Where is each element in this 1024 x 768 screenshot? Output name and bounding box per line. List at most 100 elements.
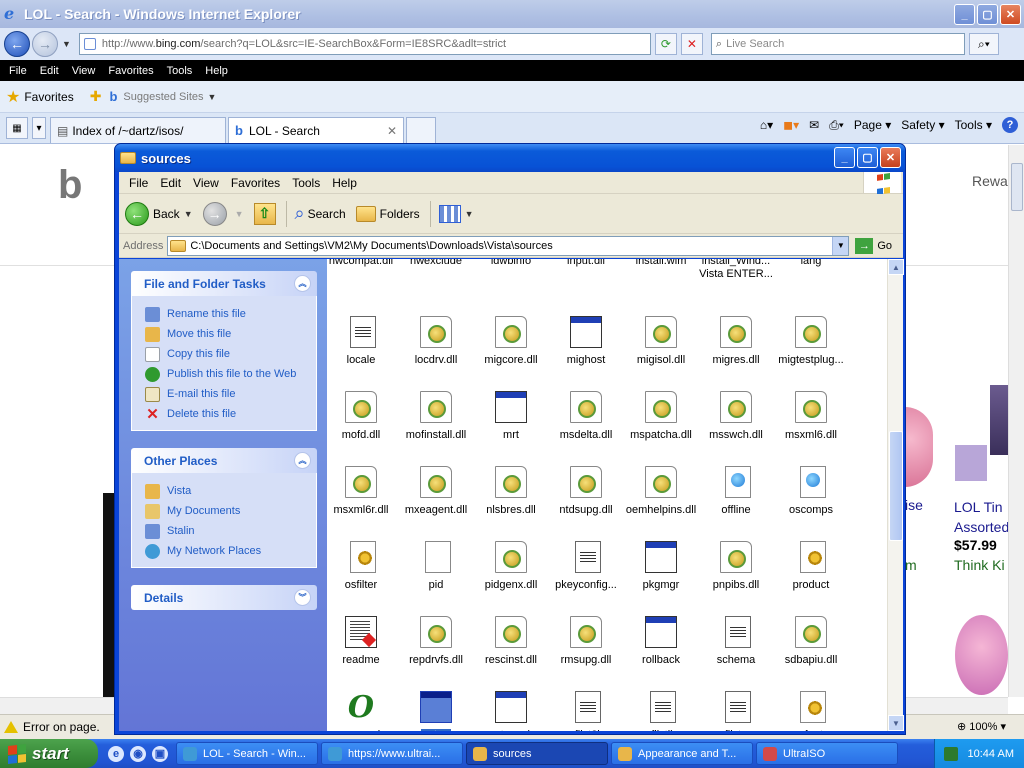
ie-vertical-scrollbar[interactable]	[1008, 145, 1024, 697]
file-item[interactable]: locale	[327, 316, 399, 388]
panel-header[interactable]: Details ︾	[131, 585, 317, 610]
explorer-maximize-button[interactable]: ▢	[857, 147, 878, 168]
product-seller-fragment[interactable]: m	[905, 557, 917, 573]
back-dropdown-icon[interactable]: ▼	[184, 209, 193, 219]
taskbar-button[interactable]: sources	[466, 742, 608, 765]
folders-button[interactable]: Folders	[355, 205, 420, 222]
ie-close-button[interactable]: ✕	[1000, 4, 1021, 25]
feeds-icon[interactable]: ◼▾	[783, 118, 799, 132]
start-button[interactable]: start	[0, 739, 98, 768]
file-item[interactable]: locdrv.dll	[398, 316, 474, 388]
tab-list-icon[interactable]: ▾	[32, 117, 46, 139]
file-item[interactable]: sflistxp	[698, 691, 774, 731]
mail-icon[interactable]: ✉	[809, 118, 819, 132]
file-item[interactable]: migtestplug...	[773, 316, 849, 388]
place-stalin-link[interactable]: Stalin	[145, 521, 316, 541]
ie-maximize-button[interactable]: ▢	[977, 4, 998, 25]
ie-menu-view[interactable]: View	[72, 65, 96, 77]
tab-index-of-isos[interactable]: ▤ Index of /~dartz/isos/	[50, 117, 226, 143]
taskbar-button[interactable]: https://www.ultrai...	[321, 742, 463, 765]
product-image[interactable]	[990, 385, 1008, 455]
file-item[interactable]: pidgenx.dll	[473, 541, 549, 613]
ie-menu-edit[interactable]: Edit	[40, 65, 59, 77]
suggested-sites-dropdown-icon[interactable]: ▼	[208, 92, 217, 102]
help-icon[interactable]: ?	[1002, 117, 1018, 133]
explorer-menu-file[interactable]: File	[129, 176, 148, 190]
file-item[interactable]: readme	[327, 616, 399, 688]
scroll-thumb[interactable]	[1011, 163, 1023, 211]
file-item[interactable]: ntdsupg.dll	[548, 466, 624, 538]
file-item[interactable]: migisol.dll	[623, 316, 699, 388]
file-item[interactable]: msxml6r.dll	[327, 466, 399, 538]
ie-back-button[interactable]: ←	[4, 31, 30, 57]
go-button[interactable]: → Go	[855, 237, 892, 254]
status-text[interactable]: Error on page.	[23, 720, 100, 734]
expand-chevron-icon[interactable]: ︾	[294, 589, 311, 606]
file-item[interactable]: msdelta.dll	[548, 391, 624, 463]
ie-menu-file[interactable]: File	[9, 65, 27, 77]
explorer-close-button[interactable]: ✕	[880, 147, 901, 168]
file-item[interactable]: sflist2k	[548, 691, 624, 731]
tab-lol-search[interactable]: b LOL - Search ✕	[228, 117, 404, 143]
address-dropdown-icon[interactable]: ▼	[832, 236, 849, 255]
clock[interactable]: 10:44 AM	[968, 748, 1014, 760]
bing-logo-icon[interactable]: b	[58, 163, 82, 208]
file-item[interactable]: nlsbres.dll	[473, 466, 549, 538]
move-file-link[interactable]: Move this file	[145, 324, 316, 344]
panel-header[interactable]: Other Places ︽	[131, 448, 317, 473]
zoom-control[interactable]: ⊕ 100% ▾	[957, 720, 1006, 733]
file-item[interactable]: sfpat	[773, 691, 849, 731]
delete-file-link[interactable]: ✕ Delete this file	[145, 404, 316, 424]
file-item[interactable]: mofd.dll	[327, 391, 399, 463]
page-menu-button[interactable]: Page ▾	[854, 118, 891, 132]
media-quicklaunch-icon[interactable]: ◉	[130, 745, 146, 762]
up-folder-button[interactable]: ⇧	[253, 202, 276, 225]
close-tab-icon[interactable]: ✕	[387, 124, 397, 138]
place-network-link[interactable]: My Network Places	[145, 541, 316, 561]
explorer-menu-view[interactable]: View	[193, 176, 219, 190]
favorites-button[interactable]: Favorites	[24, 90, 73, 104]
ie-menu-help[interactable]: Help	[205, 65, 228, 77]
place-vista-link[interactable]: Vista	[145, 481, 316, 501]
ie-quicklaunch-icon[interactable]: e	[108, 745, 124, 762]
forward-button[interactable]: → ▼	[202, 201, 244, 226]
explorer-menu-help[interactable]: Help	[332, 176, 357, 190]
file-item[interactable]: migcore.dll	[473, 316, 549, 388]
file-item[interactable]: oemhelpins.dll	[623, 466, 699, 538]
file-item[interactable]: osfilter	[327, 541, 399, 613]
ie-search-go-button[interactable]: ⌕▾	[968, 33, 999, 55]
ie-menu-tools[interactable]: Tools	[167, 65, 193, 77]
explorer-menu-favorites[interactable]: Favorites	[231, 176, 280, 190]
ie-menu-favorites[interactable]: Favorites	[108, 65, 153, 77]
scroll-up-button[interactable]: ▲	[888, 259, 904, 275]
warning-icon[interactable]	[4, 721, 18, 733]
file-item[interactable]: offline	[698, 466, 774, 538]
add-favorite-icon[interactable]: ✚	[90, 88, 102, 105]
explorer-minimize-button[interactable]: _	[834, 147, 855, 168]
explorer-menu-tools[interactable]: Tools	[292, 176, 320, 190]
copy-file-link[interactable]: Copy this file	[145, 344, 316, 364]
suggested-sites-button[interactable]: Suggested Sites	[123, 91, 203, 103]
panel-header[interactable]: File and Folder Tasks ︽	[131, 271, 317, 296]
file-item[interactable]: pid	[398, 541, 474, 613]
rename-file-link[interactable]: Rename this file	[145, 304, 316, 324]
views-button[interactable]: ▼	[438, 204, 474, 223]
ie-search-input[interactable]: ⌕ Live Search	[710, 33, 965, 55]
product-image[interactable]	[955, 615, 1008, 695]
forward-dropdown-icon[interactable]: ▼	[235, 209, 244, 219]
network-tray-icon[interactable]	[943, 746, 958, 761]
ie-url-field[interactable]: http://www. bing.com/search?q=LOL&src=IE-…	[78, 33, 651, 55]
product-title-fragment[interactable]: ise	[905, 497, 923, 513]
file-item[interactable]: pkeyconfig...	[548, 541, 624, 613]
show-desktop-icon[interactable]: ▣	[152, 745, 168, 762]
safety-menu-button[interactable]: Safety ▾	[901, 118, 944, 132]
file-item[interactable]: migres.dll	[698, 316, 774, 388]
explorer-menu-edit[interactable]: Edit	[160, 176, 181, 190]
rewards-link[interactable]: Rewa	[972, 173, 1008, 189]
ie-refresh-button[interactable]: ⟳	[654, 33, 677, 55]
quick-tabs-icon[interactable]: ▦	[6, 117, 28, 139]
file-item[interactable]: setupsok	[473, 691, 549, 731]
print-icon[interactable]: ⎙▾	[829, 118, 844, 133]
ie-stop-button[interactable]: ✕	[680, 33, 703, 55]
file-item[interactable]: mxeagent.dll	[398, 466, 474, 538]
